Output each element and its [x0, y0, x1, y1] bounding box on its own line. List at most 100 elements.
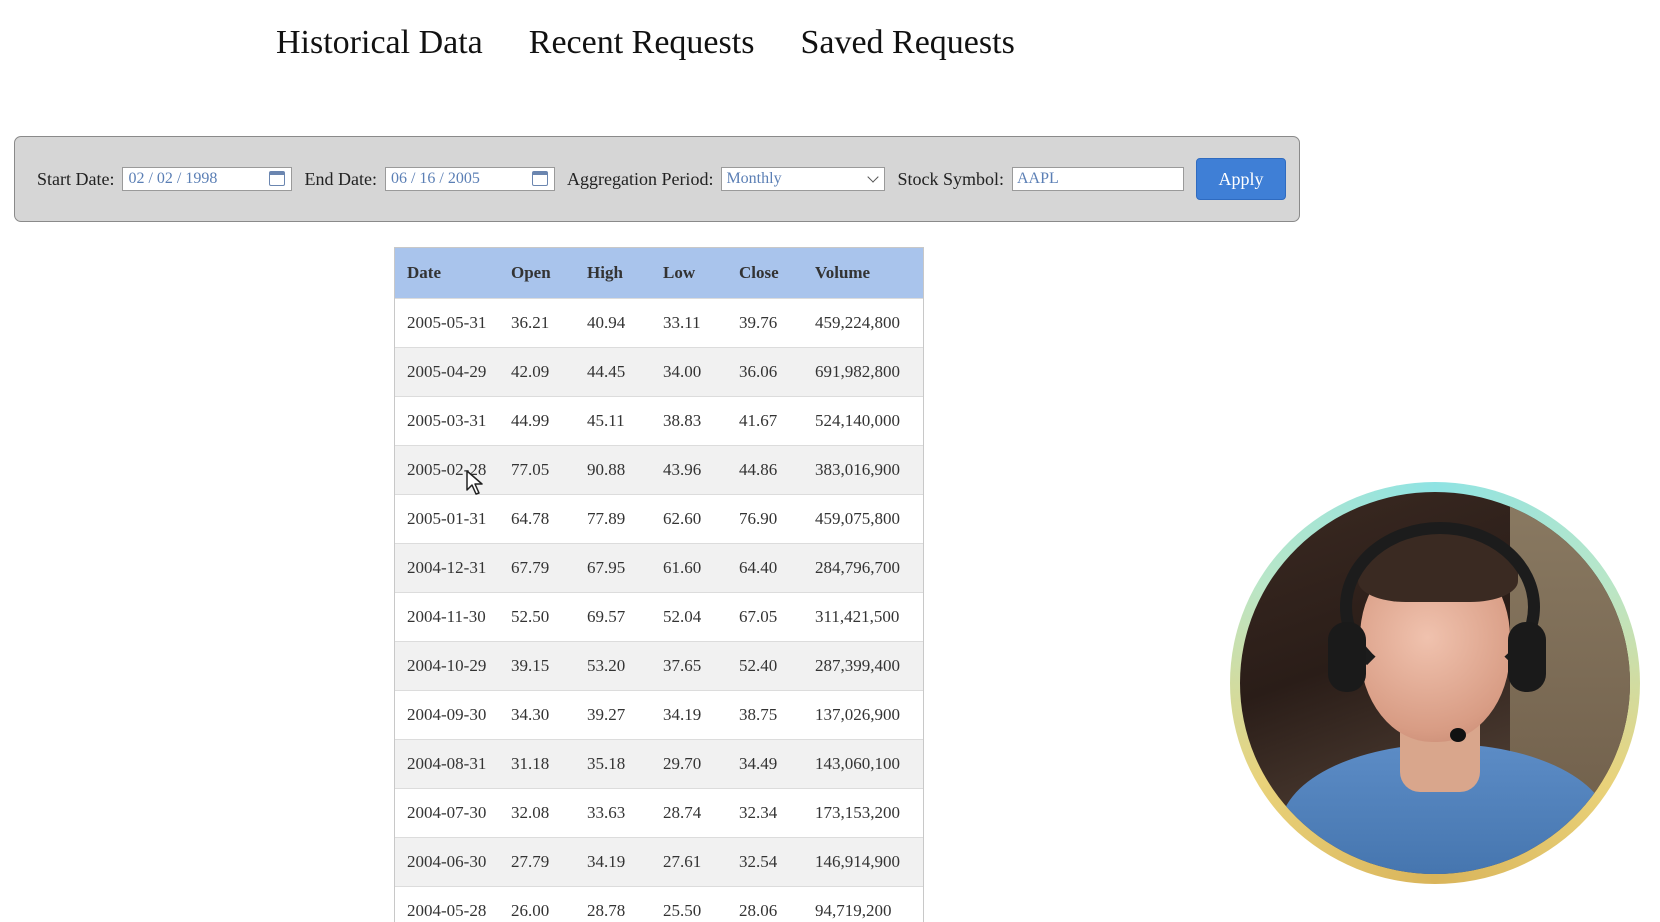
cell-high: 44.45 [575, 347, 651, 397]
cell-date: 2004-09-30 [395, 690, 499, 740]
cell-low: 27.61 [651, 837, 727, 887]
cell-high: 69.57 [575, 592, 651, 642]
filter-bar: Start Date: 02 / 02 / 1998 End Date: 06 … [14, 136, 1300, 222]
cell-low: 61.60 [651, 543, 727, 593]
cell-close: 67.05 [727, 592, 803, 642]
cell-open: 64.78 [499, 494, 575, 544]
aggregation-period-select[interactable]: Monthly [721, 167, 886, 191]
table-row: 2005-04-29 42.09 44.45 34.00 36.06 691,982,80… [395, 347, 923, 397]
cell-open: 27.79 [499, 837, 575, 887]
table-row: 2005-01-31 64.78 77.89 62.60 76.90 459,075,80… [395, 494, 923, 544]
cell-date: 2005-01-31 [395, 494, 499, 544]
cell-low: 62.60 [651, 494, 727, 544]
cell-open: 31.18 [499, 739, 575, 789]
cell-high: 33.63 [575, 788, 651, 838]
cell-low: 28.74 [651, 788, 727, 838]
cell-open: 44.99 [499, 396, 575, 446]
nav-saved-requests[interactable]: Saved Requests [800, 24, 1014, 62]
cell-high: 28.78 [575, 886, 651, 922]
cell-high: 34.19 [575, 837, 651, 887]
calendar-icon[interactable] [269, 171, 286, 186]
table-row: 2005-05-31 36.21 40.94 33.11 39.76 459,224,80… [395, 298, 923, 348]
cell-open: 34.30 [499, 690, 575, 740]
cell-volume: 137,026,900 [803, 690, 923, 740]
table-row: 2004-09-30 34.30 39.27 34.19 38.75 137,026,90… [395, 690, 923, 740]
cell-close: 38.75 [727, 690, 803, 740]
cell-date: 2004-08-31 [395, 739, 499, 789]
cell-close: 76.90 [727, 494, 803, 544]
page: Historical Data Recent Requests Saved Re… [0, 0, 1660, 922]
table-row: 2004-11-30 52.50 69.57 52.04 67.05 311,421,50… [395, 592, 923, 642]
cell-date: 2004-07-30 [395, 788, 499, 838]
table-row: 2004-08-31 31.18 35.18 29.70 34.49 143,060,10… [395, 739, 923, 789]
cell-date: 2004-11-30 [395, 592, 499, 642]
webcam-video [1240, 492, 1630, 874]
column-header-high: High [575, 248, 651, 299]
column-header-volume: Volume [803, 248, 923, 299]
nav-historical-data[interactable]: Historical Data [276, 24, 483, 62]
end-date-input[interactable]: 06 / 16 / 2005 [384, 167, 555, 191]
cell-open: 26.00 [499, 886, 575, 922]
stock-symbol-input[interactable] [1011, 167, 1184, 191]
cell-volume: 691,982,800 [803, 347, 923, 397]
cell-date: 2004-12-31 [395, 543, 499, 593]
start-date-label: Start Date: [37, 168, 115, 189]
table-row: 2004-06-30 27.79 34.19 27.61 32.54 146,914,90… [395, 837, 923, 887]
cell-low: 38.83 [651, 396, 727, 446]
cell-low: 43.96 [651, 445, 727, 495]
cell-close: 39.76 [727, 298, 803, 348]
cell-close: 32.54 [727, 837, 803, 887]
cell-open: 42.09 [499, 347, 575, 397]
start-date-input[interactable]: 02 / 02 / 1998 [122, 167, 293, 191]
cell-date: 2004-05-28 [395, 886, 499, 922]
cell-volume: 284,796,700 [803, 543, 923, 593]
cell-date: 2005-04-29 [395, 347, 499, 397]
cell-low: 33.11 [651, 298, 727, 348]
cell-date: 2004-10-29 [395, 641, 499, 691]
table-row: 2004-12-31 67.79 67.95 61.60 64.40 284,796,70… [395, 543, 923, 593]
cell-high: 67.95 [575, 543, 651, 593]
cell-volume: 459,075,800 [803, 494, 923, 544]
cell-volume: 173,153,200 [803, 788, 923, 838]
cell-open: 67.79 [499, 543, 575, 593]
cell-close: 32.34 [727, 788, 803, 838]
cell-date: 2005-03-31 [395, 396, 499, 446]
cell-open: 77.05 [499, 445, 575, 495]
nav-recent-requests[interactable]: Recent Requests [529, 24, 755, 62]
cell-high: 90.88 [575, 445, 651, 495]
cell-close: 41.67 [727, 396, 803, 446]
cell-high: 35.18 [575, 739, 651, 789]
calendar-icon[interactable] [531, 171, 548, 186]
table-row: 2004-07-30 32.08 33.63 28.74 32.34 173,153,20… [395, 788, 923, 838]
cell-high: 40.94 [575, 298, 651, 348]
start-date-value: 02 / 02 / 1998 [128, 170, 218, 187]
cell-volume: 459,224,800 [803, 298, 923, 348]
cell-volume: 143,060,100 [803, 739, 923, 789]
aggregation-period-label: Aggregation Period: [566, 168, 714, 189]
cell-low: 37.65 [651, 641, 727, 691]
cell-low: 25.50 [651, 886, 727, 922]
table-body: 2005-05-31 36.21 40.94 33.11 39.76 459,224,80… [395, 298, 923, 922]
aggregation-period-value: Monthly [726, 170, 782, 187]
column-header-date: Date [395, 248, 499, 299]
cell-low: 34.19 [651, 690, 727, 740]
cell-date: 2005-05-31 [395, 298, 499, 348]
cursor-icon [466, 470, 483, 495]
cell-low: 52.04 [651, 592, 727, 642]
cell-open: 32.08 [499, 788, 575, 838]
column-header-open: Open [499, 248, 575, 299]
cell-high: 77.89 [575, 494, 651, 544]
end-date-value: 06 / 16 / 2005 [390, 170, 480, 187]
cell-close: 28.06 [727, 886, 803, 922]
cell-close: 44.86 [727, 445, 803, 495]
column-header-close: Close [727, 248, 803, 299]
cell-volume: 524,140,000 [803, 396, 923, 446]
cell-open: 36.21 [499, 298, 575, 348]
cell-open: 39.15 [499, 641, 575, 691]
cell-volume: 383,016,900 [803, 445, 923, 495]
cell-volume: 311,421,500 [803, 592, 923, 642]
apply-button[interactable]: Apply [1195, 158, 1286, 200]
cell-date: 2004-06-30 [395, 837, 499, 887]
cell-low: 34.00 [651, 347, 727, 397]
chevron-down-icon [867, 171, 880, 183]
